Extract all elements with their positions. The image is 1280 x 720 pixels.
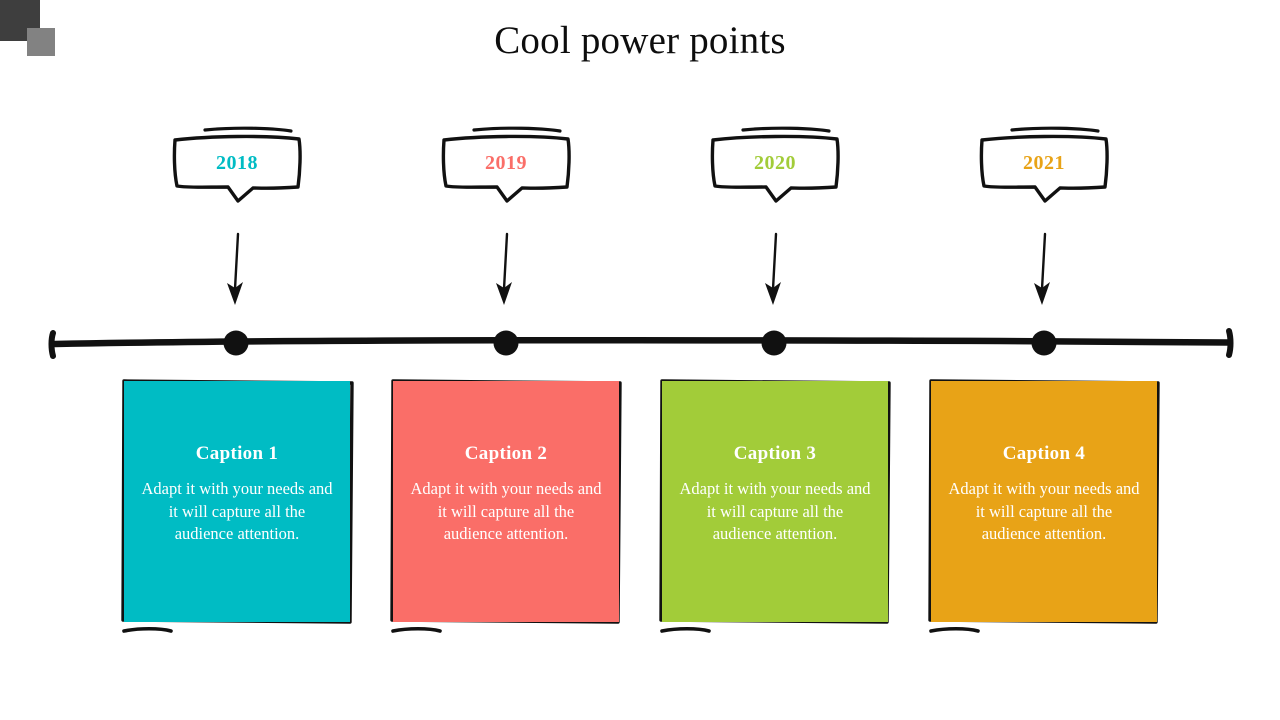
timeline-marker-4[interactable] [1031, 330, 1057, 356]
card-title-4: Caption 4 [1002, 443, 1086, 464]
card-text-2: Adapt it with your needs and it will cap… [410, 479, 602, 543]
card-content-1: Caption 1 Adapt it with your needs and i… [124, 443, 350, 546]
caption-card-1[interactable]: Caption 1 Adapt it with your needs and i… [124, 381, 350, 622]
card-title-3: Caption 3 [733, 443, 817, 464]
caption-card-2[interactable]: Caption 2 Adapt it with your needs and i… [393, 381, 619, 622]
connector-arrow-4 [1034, 232, 1050, 305]
timeline-axis [48, 328, 1234, 359]
year-label-2020: 2020 [754, 152, 796, 174]
card-text-4: Adapt it with your needs and it will cap… [948, 479, 1140, 543]
timeline-marker-3[interactable] [761, 330, 787, 356]
card-content-3: Caption 3 Adapt it with your needs and i… [662, 443, 888, 546]
timeline-marker-2[interactable] [493, 330, 519, 356]
card-title-2: Caption 2 [464, 443, 548, 464]
connector-arrow-1 [227, 232, 243, 305]
card-title-1: Caption 1 [195, 443, 279, 464]
card-text-1: Adapt it with your needs and it will cap… [141, 479, 333, 543]
year-label-2018: 2018 [216, 152, 258, 174]
card-text-3: Adapt it with your needs and it will cap… [679, 479, 871, 543]
card-content-4: Caption 4 Adapt it with your needs and i… [931, 443, 1157, 546]
timeline-marker-1[interactable] [223, 330, 249, 356]
year-label-2021: 2021 [1023, 152, 1065, 174]
connector-arrow-3 [765, 232, 781, 305]
connector-arrow-2 [496, 232, 512, 305]
page-title: Cool power points [494, 19, 786, 62]
card-content-2: Caption 2 Adapt it with your needs and i… [393, 443, 619, 546]
caption-card-3[interactable]: Caption 3 Adapt it with your needs and i… [662, 381, 888, 622]
caption-card-4[interactable]: Caption 4 Adapt it with your needs and i… [931, 381, 1157, 622]
year-label-2019: 2019 [485, 152, 527, 174]
